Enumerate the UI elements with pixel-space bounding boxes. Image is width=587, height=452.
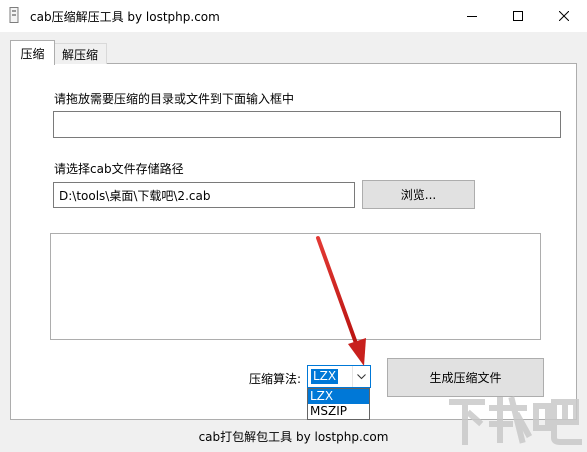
chevron-down-icon[interactable] <box>352 366 370 387</box>
algorithm-option-lzx[interactable]: LZX <box>308 389 369 404</box>
title-bar[interactable]: cab压缩解压工具 by lostphp.com <box>0 0 587 32</box>
browse-button[interactable]: 浏览... <box>362 180 475 209</box>
algorithm-label: 压缩算法: <box>249 372 302 386</box>
source-input[interactable] <box>53 111 561 138</box>
source-label: 请拖放需要压缩的目录或文件到下面输入框中 <box>54 92 295 106</box>
minimize-button[interactable] <box>449 0 495 32</box>
algorithm-selected-value: LZX <box>311 369 339 384</box>
close-button[interactable] <box>541 0 587 32</box>
window-title: cab压缩解压工具 by lostphp.com <box>30 10 220 24</box>
maximize-icon <box>513 11 523 21</box>
algorithm-select[interactable]: LZX <box>307 365 371 388</box>
maximize-button[interactable] <box>495 0 541 32</box>
algorithm-option-mszip[interactable]: MSZIP <box>308 404 369 419</box>
dest-label: 请选择cab文件存储路径 <box>54 162 184 176</box>
generate-compress-button[interactable]: 生成压缩文件 <box>387 358 544 397</box>
close-icon <box>559 11 569 21</box>
minimize-icon <box>467 16 477 17</box>
log-textarea[interactable] <box>50 233 541 340</box>
algorithm-dropdown-list: LZX MSZIP <box>307 388 370 420</box>
dest-path-input[interactable]: D:\tools\桌面\下载吧\2.cab <box>53 182 355 208</box>
tab-compress[interactable]: 压缩 <box>10 40 55 65</box>
tab-decompress[interactable]: 解压缩 <box>53 43 107 64</box>
site-watermark-logo <box>449 396 582 445</box>
cabinet-file-icon <box>9 7 19 23</box>
